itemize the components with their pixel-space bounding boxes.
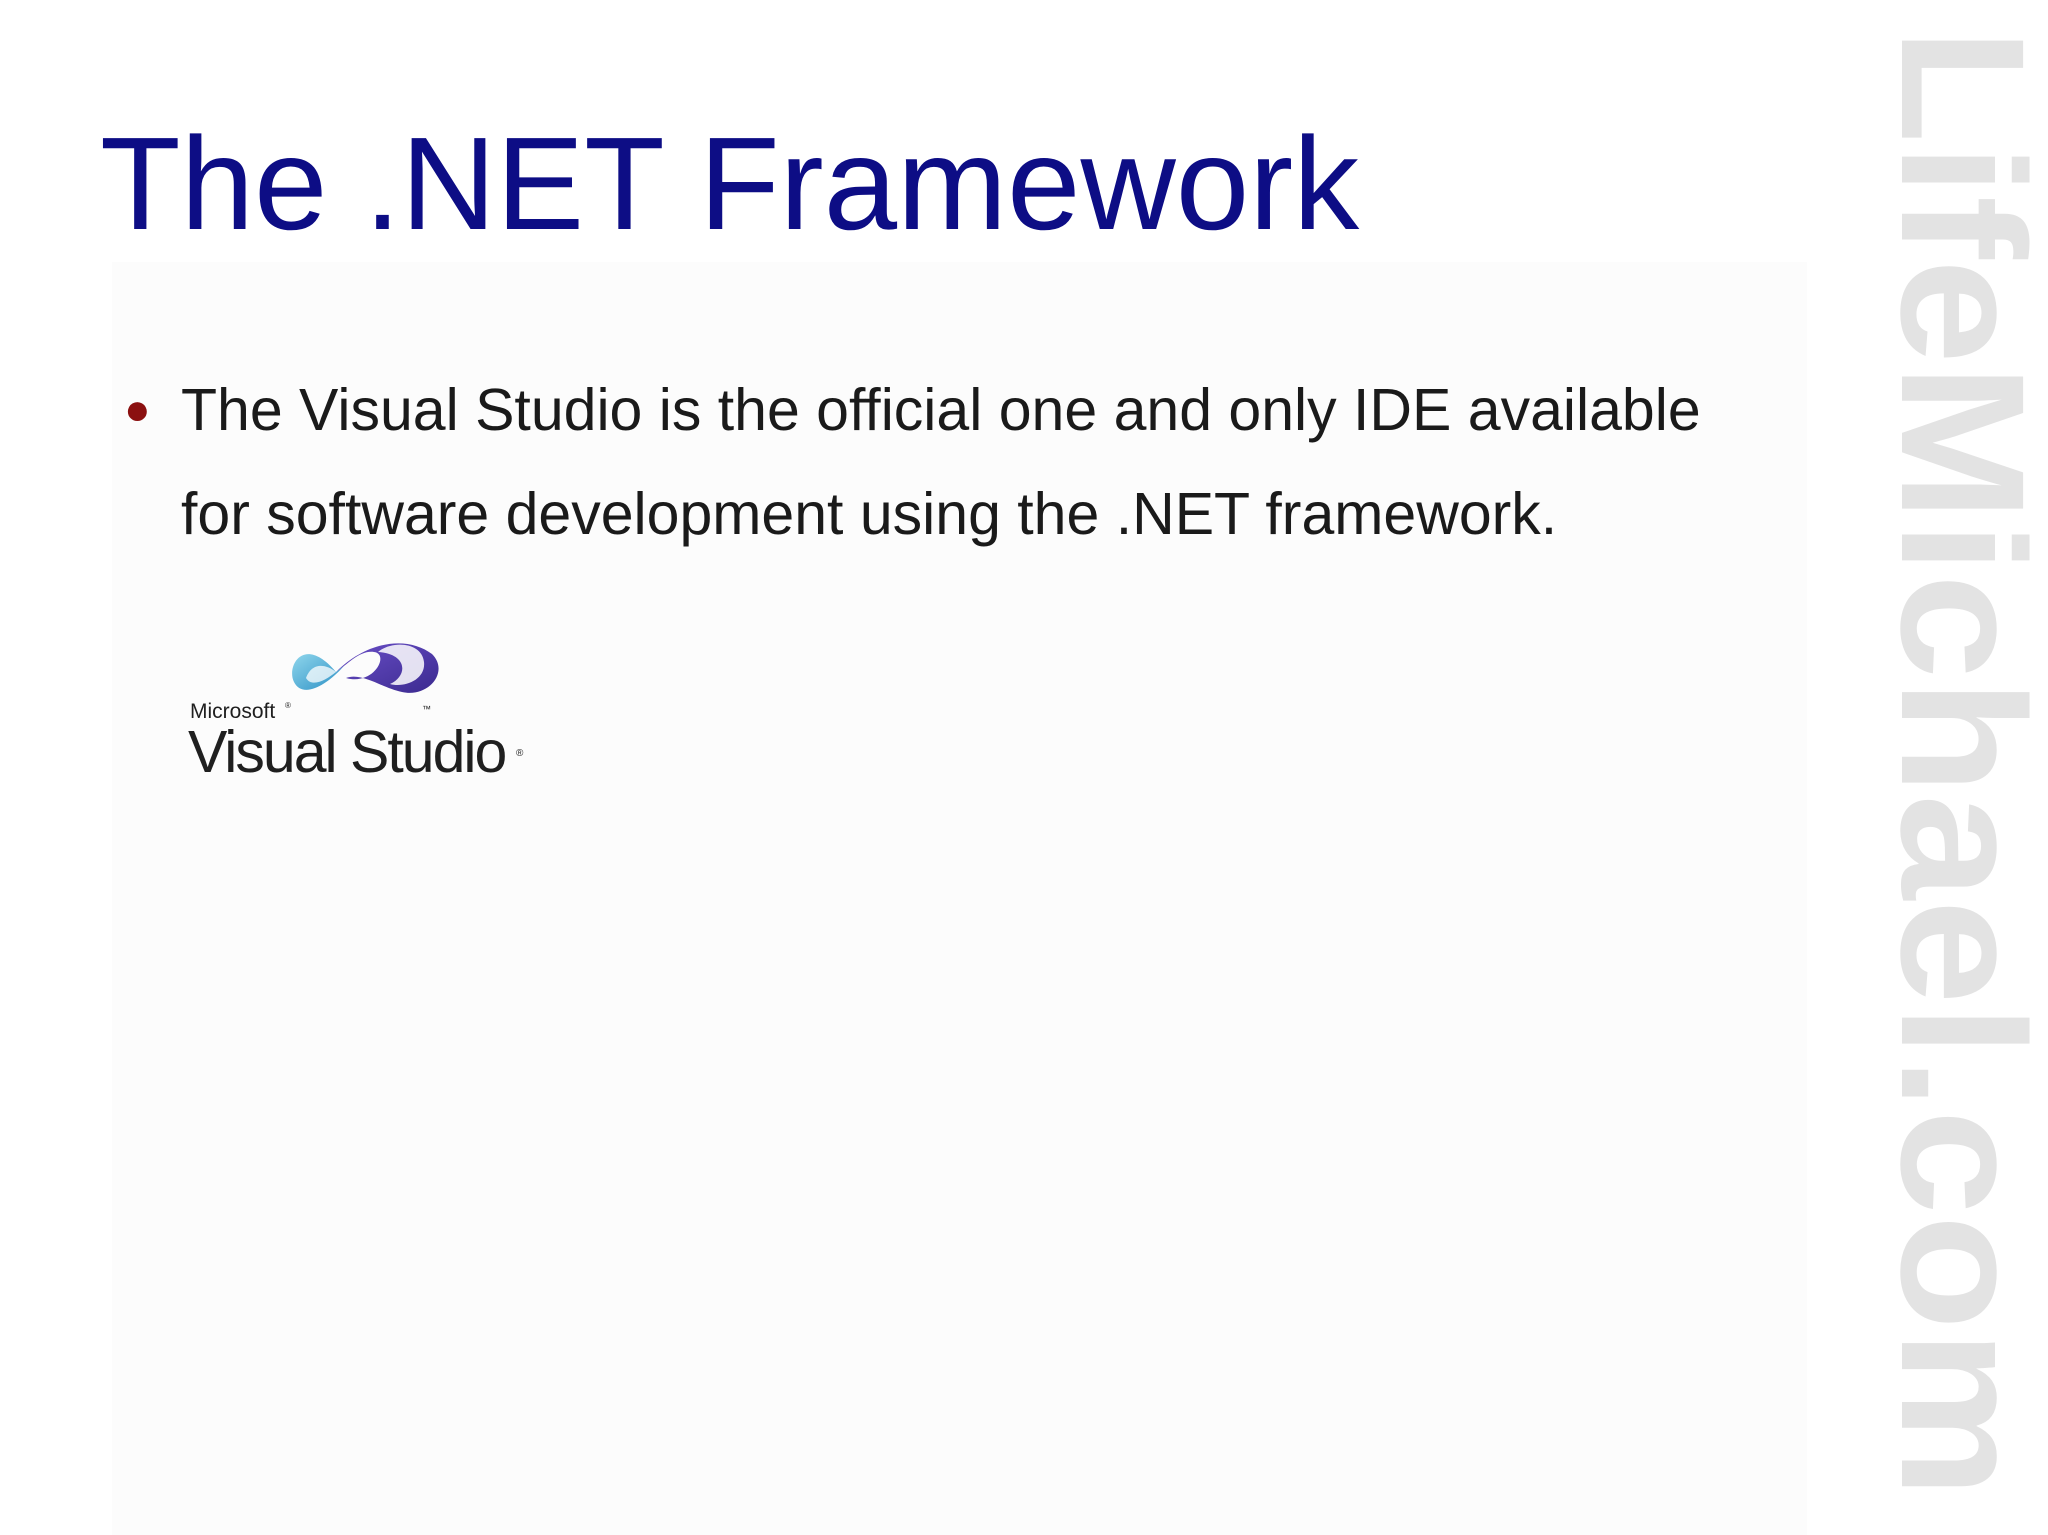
infinity-icon	[292, 643, 439, 693]
watermark-text: LifeMichael.com	[1880, 28, 2030, 1498]
logo-product-registered-mark: ®	[516, 748, 524, 759]
visual-studio-logo: Microsoft ® ™ Visual Studio ®	[188, 643, 524, 785]
logo-trademark-mark: ™	[422, 704, 431, 714]
bullet-item: ● The Visual Studio is the official one …	[120, 358, 1760, 566]
bullet-text-line-1: The Visual Studio is the official one an…	[181, 377, 1701, 443]
bullet-list: ● The Visual Studio is the official one …	[120, 358, 1760, 566]
slide-title: The .NET Framework	[100, 110, 1360, 257]
bullet-text-line-2: for software development using the .NET …	[181, 481, 1558, 547]
bullet-dot-icon: ●	[124, 385, 151, 434]
logo-product-text: Visual Studio	[188, 719, 505, 785]
watermark: LifeMichael.com	[1880, 28, 2030, 1498]
slide: The .NET Framework ● The Visual Studio i…	[0, 0, 2048, 1535]
logo-registered-mark: ®	[285, 701, 291, 710]
